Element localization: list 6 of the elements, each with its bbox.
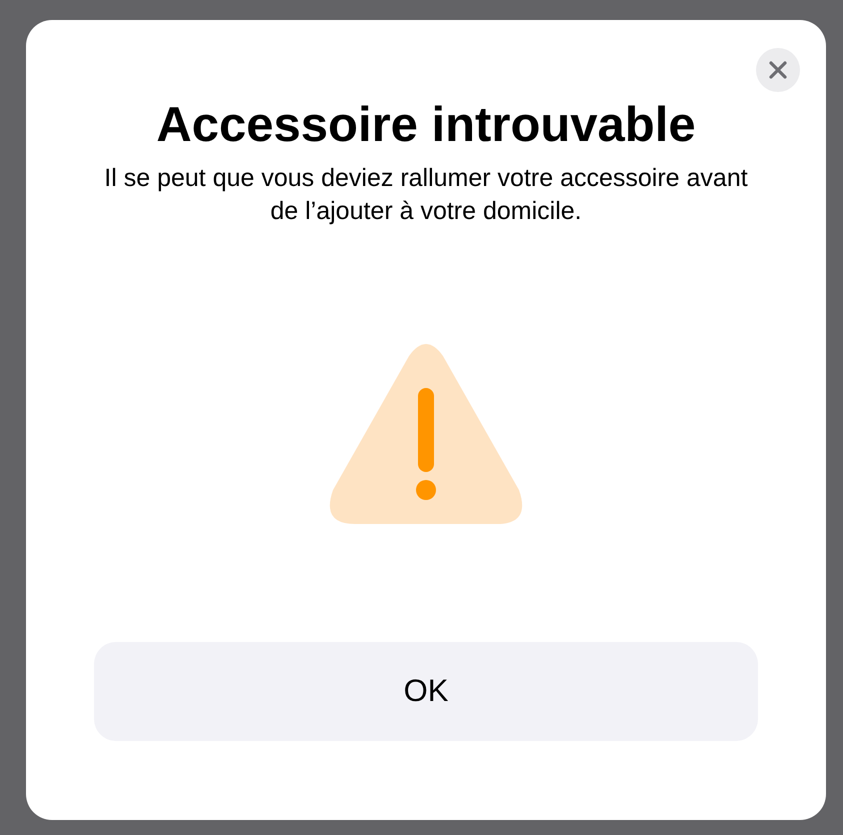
close-icon bbox=[768, 60, 788, 80]
ok-button[interactable]: OK bbox=[94, 642, 758, 741]
dialog-title: Accessoire introuvable bbox=[156, 97, 696, 154]
dialog-message: Il se peut que vous deviez rallumer votre accessoire avant de l’ajouter à votre domicile. bbox=[103, 163, 749, 227]
warning-icon bbox=[327, 344, 525, 526]
close-button[interactable] bbox=[756, 48, 800, 92]
